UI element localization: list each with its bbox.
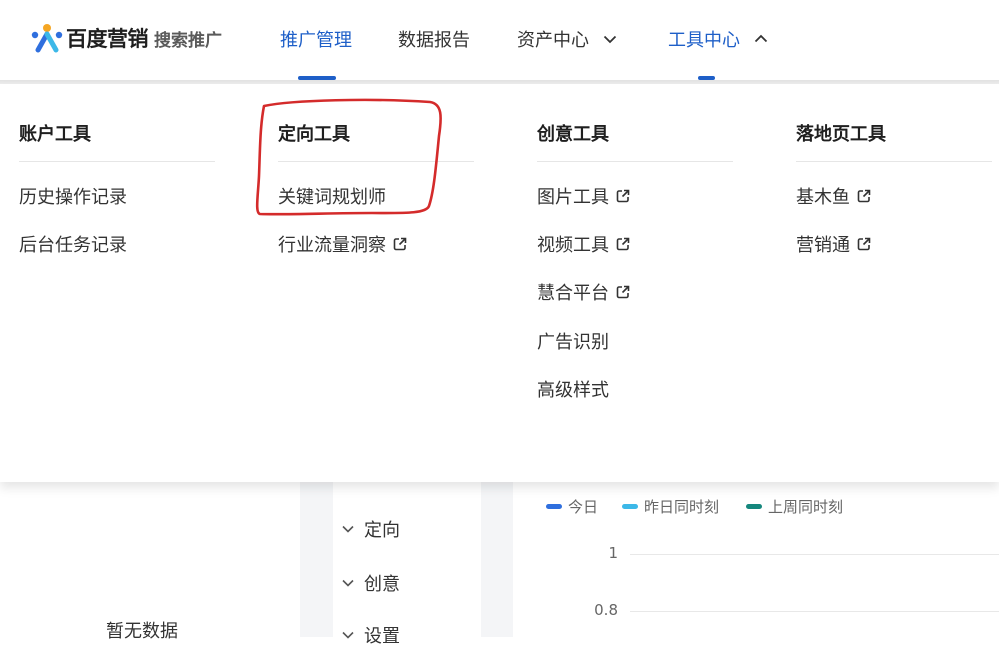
menu-item-ad-recognition[interactable]: 广告识别	[537, 328, 609, 354]
menu-item-history-log[interactable]: 历史操作记录	[19, 183, 127, 209]
side-item-settings[interactable]: 设置	[340, 622, 400, 648]
chevron-down-icon	[342, 631, 354, 639]
external-link-icon	[857, 189, 871, 203]
menu-item-label: 慧合平台	[537, 283, 609, 304]
nav-label: 工具中心	[668, 30, 740, 51]
overview-card	[0, 482, 300, 637]
external-link-icon	[616, 189, 630, 203]
menu-item-label: 后台任务记录	[19, 235, 127, 256]
legend-last-week[interactable]: 上周同时刻	[746, 496, 843, 516]
menu-item-label: 关键词规划师	[278, 187, 386, 208]
tool-center-dropdown: 账户工具 历史操作记录 后台任务记录 定向工具 关键词规划师 行业流量洞察 创意…	[0, 84, 999, 482]
side-filter-panel	[333, 482, 481, 637]
column-title: 账户工具	[19, 124, 91, 145]
y-tick-label: 1	[608, 544, 618, 562]
menu-item-task-log[interactable]: 后台任务记录	[19, 231, 127, 257]
empty-data-text: 暂无数据	[106, 621, 178, 642]
nav-tool-center[interactable]: 工具中心	[668, 24, 770, 54]
divider	[278, 161, 474, 162]
menu-item-label: 基木鱼	[796, 187, 850, 208]
external-link-icon	[616, 237, 630, 251]
nav-label: 资产中心	[517, 30, 589, 51]
legend-yesterday[interactable]: 昨日同时刻	[622, 496, 719, 516]
nav-data-report[interactable]: 数据报告	[398, 24, 470, 54]
menu-item-label: 历史操作记录	[19, 187, 127, 208]
side-item-label: 设置	[364, 626, 400, 647]
legend-label: 今日	[568, 497, 599, 516]
menu-item-keyword-planner[interactable]: 关键词规划师	[278, 183, 386, 209]
menu-item-industry-insight[interactable]: 行业流量洞察	[278, 231, 408, 257]
menu-item-label: 广告识别	[537, 332, 609, 353]
menu-item-image-tool[interactable]: 图片工具	[537, 183, 631, 209]
divider	[796, 161, 992, 162]
external-link-icon	[616, 285, 630, 299]
gridline	[630, 611, 999, 612]
logo-subtitle: 搜索推广	[154, 30, 222, 51]
menu-item-video-tool[interactable]: 视频工具	[537, 231, 631, 257]
legend-label: 上周同时刻	[768, 497, 844, 516]
nav-asset-center[interactable]: 资产中心	[517, 24, 619, 54]
nav-label: 数据报告	[398, 30, 470, 51]
nav-promotion-management[interactable]: 推广管理	[280, 24, 352, 54]
side-item-label: 创意	[364, 574, 400, 595]
column-title: 创意工具	[537, 124, 609, 145]
divider	[537, 161, 733, 162]
menu-item-jimuyu[interactable]: 基木鱼	[796, 183, 872, 209]
chevron-down-icon	[342, 525, 354, 533]
legend-swatch	[746, 503, 762, 509]
chevron-up-icon	[754, 34, 768, 43]
chevron-down-icon	[603, 35, 617, 44]
external-link-icon	[393, 237, 407, 251]
menu-item-advanced-style[interactable]: 高级样式	[537, 376, 609, 402]
legend-swatch	[546, 503, 562, 509]
y-tick-label: 0.8	[594, 601, 618, 619]
legend-today[interactable]: 今日	[546, 496, 598, 516]
menu-item-label: 图片工具	[537, 187, 609, 208]
gridline	[630, 554, 999, 555]
menu-item-label: 行业流量洞察	[278, 235, 386, 256]
top-nav-bar: 百度营销 搜索推广 推广管理 数据报告 资产中心 工具中心	[0, 0, 999, 80]
menu-item-yingxiaotong[interactable]: 营销通	[796, 231, 872, 257]
side-item-creative[interactable]: 创意	[340, 570, 400, 596]
menu-item-huihe-platform[interactable]: 慧合平台	[537, 279, 631, 305]
side-item-label: 定向	[364, 520, 400, 541]
menu-item-label: 高级样式	[537, 380, 609, 401]
legend-label: 昨日同时刻	[644, 497, 720, 516]
menu-item-label: 营销通	[796, 235, 850, 256]
chevron-down-icon	[342, 579, 354, 587]
external-link-icon	[857, 237, 871, 251]
column-title: 定向工具	[278, 124, 350, 145]
logo-text: 百度营销	[66, 27, 149, 51]
side-item-targeting[interactable]: 定向	[340, 516, 400, 542]
divider	[19, 161, 215, 162]
menu-item-label: 视频工具	[537, 235, 609, 256]
nav-label: 推广管理	[280, 30, 352, 51]
column-title: 落地页工具	[796, 124, 886, 145]
legend-swatch	[622, 503, 638, 509]
baidu-marketing-logo[interactable]: 百度营销 搜索推广	[30, 22, 222, 54]
baidu-logo-icon	[31, 24, 63, 53]
